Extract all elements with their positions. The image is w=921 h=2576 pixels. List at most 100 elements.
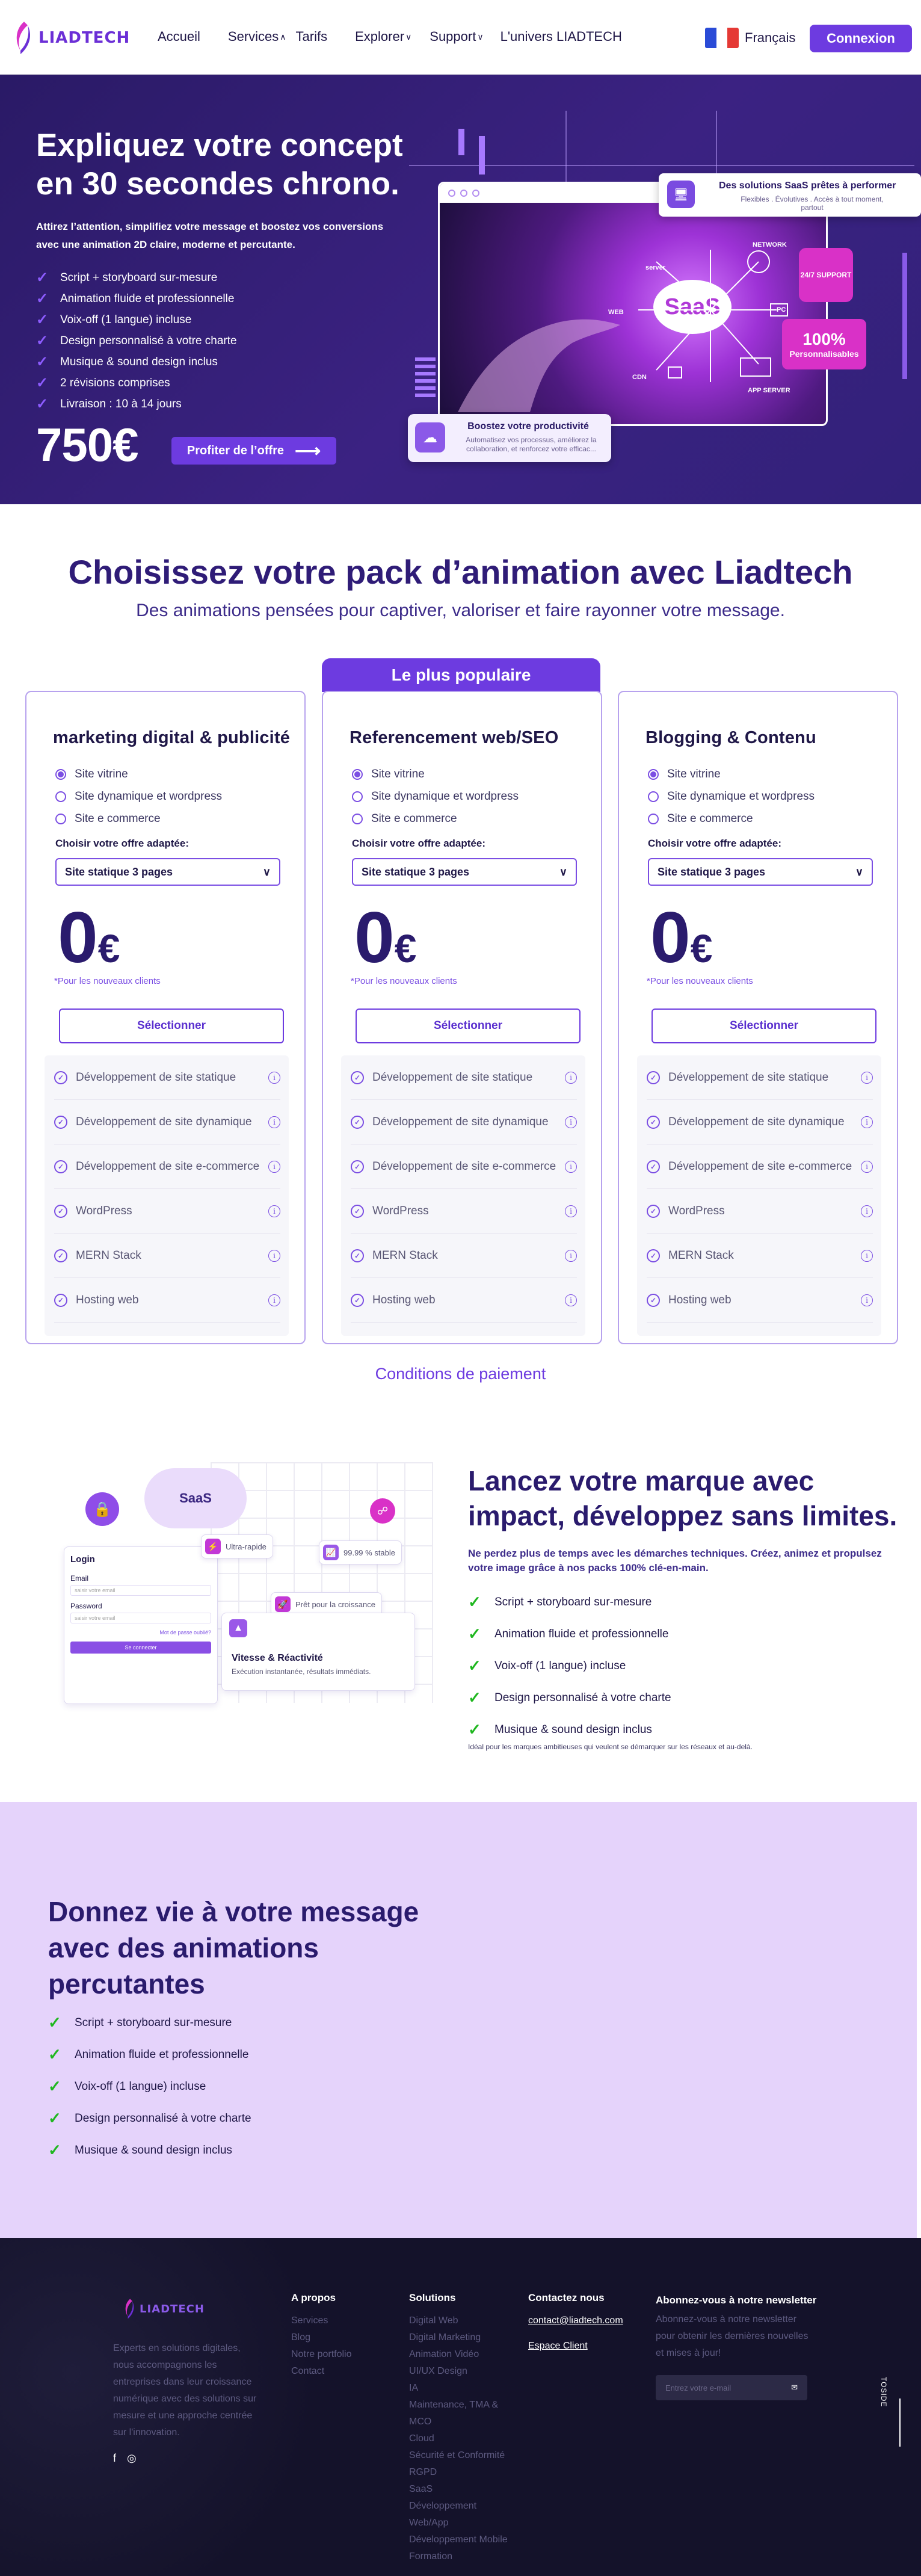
plan-option-radio[interactable]: Site e commerce bbox=[55, 808, 222, 830]
footer-link[interactable]: IA bbox=[409, 2380, 517, 2397]
plan-option-radio[interactable]: Site e commerce bbox=[352, 808, 519, 830]
footer-link[interactable]: Sécurité et Conformité RGPD bbox=[409, 2447, 517, 2481]
footer-link[interactable]: Blog bbox=[291, 2329, 352, 2346]
instagram-icon[interactable]: ◎ bbox=[127, 2452, 137, 2465]
info-icon[interactable]: i bbox=[565, 1116, 577, 1128]
info-icon[interactable]: i bbox=[268, 1116, 280, 1128]
feature-left: ✓ Développement de site dynamique bbox=[54, 1115, 252, 1129]
feature-text: Développement de site statique bbox=[668, 1070, 829, 1084]
footer-link[interactable]: Contact bbox=[291, 2363, 352, 2380]
check-circle-icon: ✓ bbox=[351, 1293, 364, 1307]
nav-univers[interactable]: L'univers LIADTECH bbox=[501, 29, 622, 45]
offer-select[interactable]: Site statique 3 pages ∨ bbox=[352, 858, 577, 886]
plan-note: *Pour les nouveaux clients bbox=[351, 976, 457, 986]
feature-text: Animation fluide et professionnelle bbox=[75, 2048, 249, 2061]
nav-tarifs[interactable]: Tarifs bbox=[296, 29, 328, 45]
info-icon[interactable]: i bbox=[565, 1249, 577, 1262]
pricing-plan-card: marketing digital & publicité Site vitrin… bbox=[25, 691, 306, 1344]
speed-title: Vitesse & Réactivité bbox=[232, 1653, 323, 1663]
footer-link[interactable]: Notre portfolio bbox=[291, 2346, 352, 2363]
to-side-label[interactable]: TOSIDE bbox=[879, 2377, 888, 2407]
info-icon[interactable]: i bbox=[565, 1294, 577, 1306]
info-icon[interactable]: i bbox=[861, 1071, 873, 1084]
info-icon[interactable]: i bbox=[861, 1205, 873, 1217]
chevron-down-icon: ∨ bbox=[559, 865, 567, 878]
info-icon[interactable]: i bbox=[268, 1294, 280, 1306]
info-icon[interactable]: i bbox=[861, 1160, 873, 1173]
info-icon[interactable]: i bbox=[861, 1116, 873, 1128]
footer-link[interactable]: SaaS bbox=[409, 2481, 517, 2498]
footer-logo[interactable]: LIADTECH bbox=[123, 2298, 205, 2320]
select-plan-button[interactable]: Sélectionner bbox=[651, 1008, 876, 1043]
select-plan-button[interactable]: Sélectionner bbox=[59, 1008, 284, 1043]
email-field: saisir votre email bbox=[70, 1585, 211, 1596]
check-icon: ✓ bbox=[48, 2077, 61, 2095]
footer-link[interactable]: Formation bbox=[409, 2548, 517, 2565]
plan-option-radio[interactable]: Site dynamique et wordpress bbox=[55, 785, 222, 808]
feature-left: ✓ WordPress bbox=[351, 1204, 429, 1218]
pricing-title: Choisissez votre pack d’animation avec L… bbox=[68, 553, 853, 591]
footer-link[interactable]: Développement Mobile bbox=[409, 2531, 517, 2548]
plan-name: Blogging & Contenu bbox=[645, 728, 816, 747]
footer-link[interactable]: Cloud bbox=[409, 2430, 517, 2447]
offer-select[interactable]: Site statique 3 pages ∨ bbox=[648, 858, 873, 886]
info-icon[interactable]: i bbox=[268, 1249, 280, 1262]
nav-explorer[interactable]: Explorer ∨ bbox=[355, 29, 411, 45]
plan-option-radio[interactable]: Site dynamique et wordpress bbox=[648, 785, 815, 808]
radio-icon bbox=[352, 791, 363, 802]
feature-left: ✓ MERN Stack bbox=[647, 1249, 734, 1262]
feature-text: Développement de site e-commerce bbox=[668, 1160, 852, 1173]
select-plan-button[interactable]: Sélectionner bbox=[356, 1008, 581, 1043]
nav-services[interactable]: Services ∧ bbox=[228, 29, 286, 45]
footer-link[interactable]: Services bbox=[291, 2312, 352, 2329]
facebook-icon[interactable]: f bbox=[113, 2452, 116, 2465]
logo[interactable]: LIADTECH bbox=[12, 20, 130, 55]
plan-feature: ✓ Développement de site e-commerce i bbox=[647, 1144, 873, 1189]
footer-link[interactable]: Développement Web/App bbox=[409, 2498, 517, 2531]
offer-select[interactable]: Site statique 3 pages ∨ bbox=[55, 858, 280, 886]
lock-icon: 🔒 bbox=[85, 1492, 119, 1526]
brand-title: Lancez votre marque avec impact, dévelop… bbox=[468, 1465, 898, 1531]
info-icon[interactable]: i bbox=[268, 1071, 280, 1084]
nav-accueil[interactable]: Accueil bbox=[158, 29, 200, 45]
radio-icon bbox=[55, 813, 66, 824]
footer-link[interactable]: Animation Vidéo bbox=[409, 2346, 517, 2363]
check-icon: ✓ bbox=[468, 1657, 481, 1675]
check-circle-icon: ✓ bbox=[351, 1115, 364, 1129]
footer-link[interactable]: Maintenance, TMA & MCO bbox=[409, 2397, 517, 2430]
info-icon[interactable]: i bbox=[268, 1205, 280, 1217]
newsletter-input[interactable]: Entrez votre e-mail ✉ bbox=[656, 2375, 807, 2400]
info-icon[interactable]: i bbox=[268, 1160, 280, 1173]
saas-cloud: SaaS bbox=[144, 1468, 247, 1528]
info-icon[interactable]: i bbox=[565, 1205, 577, 1217]
plan-option-radio[interactable]: Site e commerce bbox=[648, 808, 815, 830]
info-icon[interactable]: i bbox=[861, 1249, 873, 1262]
plan-option-radio[interactable]: Site vitrine bbox=[648, 763, 815, 785]
nav-support[interactable]: Support ∨ bbox=[430, 29, 483, 45]
feature-left: ✓ Développement de site statique bbox=[351, 1070, 532, 1084]
feature-left: ✓ Hosting web bbox=[647, 1293, 732, 1307]
plan-feature: ✓ Développement de site e-commerce i bbox=[351, 1144, 577, 1189]
info-icon[interactable]: i bbox=[861, 1294, 873, 1306]
footer-link[interactable]: UI/UX Design bbox=[409, 2363, 517, 2380]
plan-option-radio[interactable]: Site vitrine bbox=[55, 763, 222, 785]
language-selector[interactable]: Français bbox=[705, 28, 795, 48]
mail-icon[interactable]: ✉ bbox=[791, 2383, 798, 2392]
plan-option-radio[interactable]: Site vitrine bbox=[352, 763, 519, 785]
login-button[interactable]: Connexion bbox=[810, 25, 912, 52]
plan-option-radio[interactable]: Site dynamique et wordpress bbox=[352, 785, 519, 808]
personalization-badge: 100% Personnalisables bbox=[782, 319, 866, 369]
plan-feature: ✓ WordPress i bbox=[54, 1189, 280, 1234]
feature-text: Livraison : 10 à 14 jours bbox=[60, 397, 182, 410]
footer-link[interactable]: Digital Marketing bbox=[409, 2329, 517, 2346]
feature-text: Développement de site dynamique bbox=[76, 1115, 252, 1128]
contact-email-link[interactable]: contact@liadtech.com bbox=[528, 2312, 623, 2329]
cloud-icon: ☁ bbox=[415, 422, 445, 452]
payment-conditions-link[interactable]: Conditions de paiement bbox=[0, 1365, 921, 1383]
offer-button[interactable]: Profiter de l’offre ⟶ bbox=[171, 437, 336, 465]
list-item: ✓ 2 révisions comprises bbox=[36, 372, 237, 394]
info-icon[interactable]: i bbox=[565, 1160, 577, 1173]
footer-link[interactable]: Digital Web bbox=[409, 2312, 517, 2329]
info-icon[interactable]: i bbox=[565, 1071, 577, 1084]
client-space-link[interactable]: Espace Client bbox=[528, 2338, 623, 2355]
